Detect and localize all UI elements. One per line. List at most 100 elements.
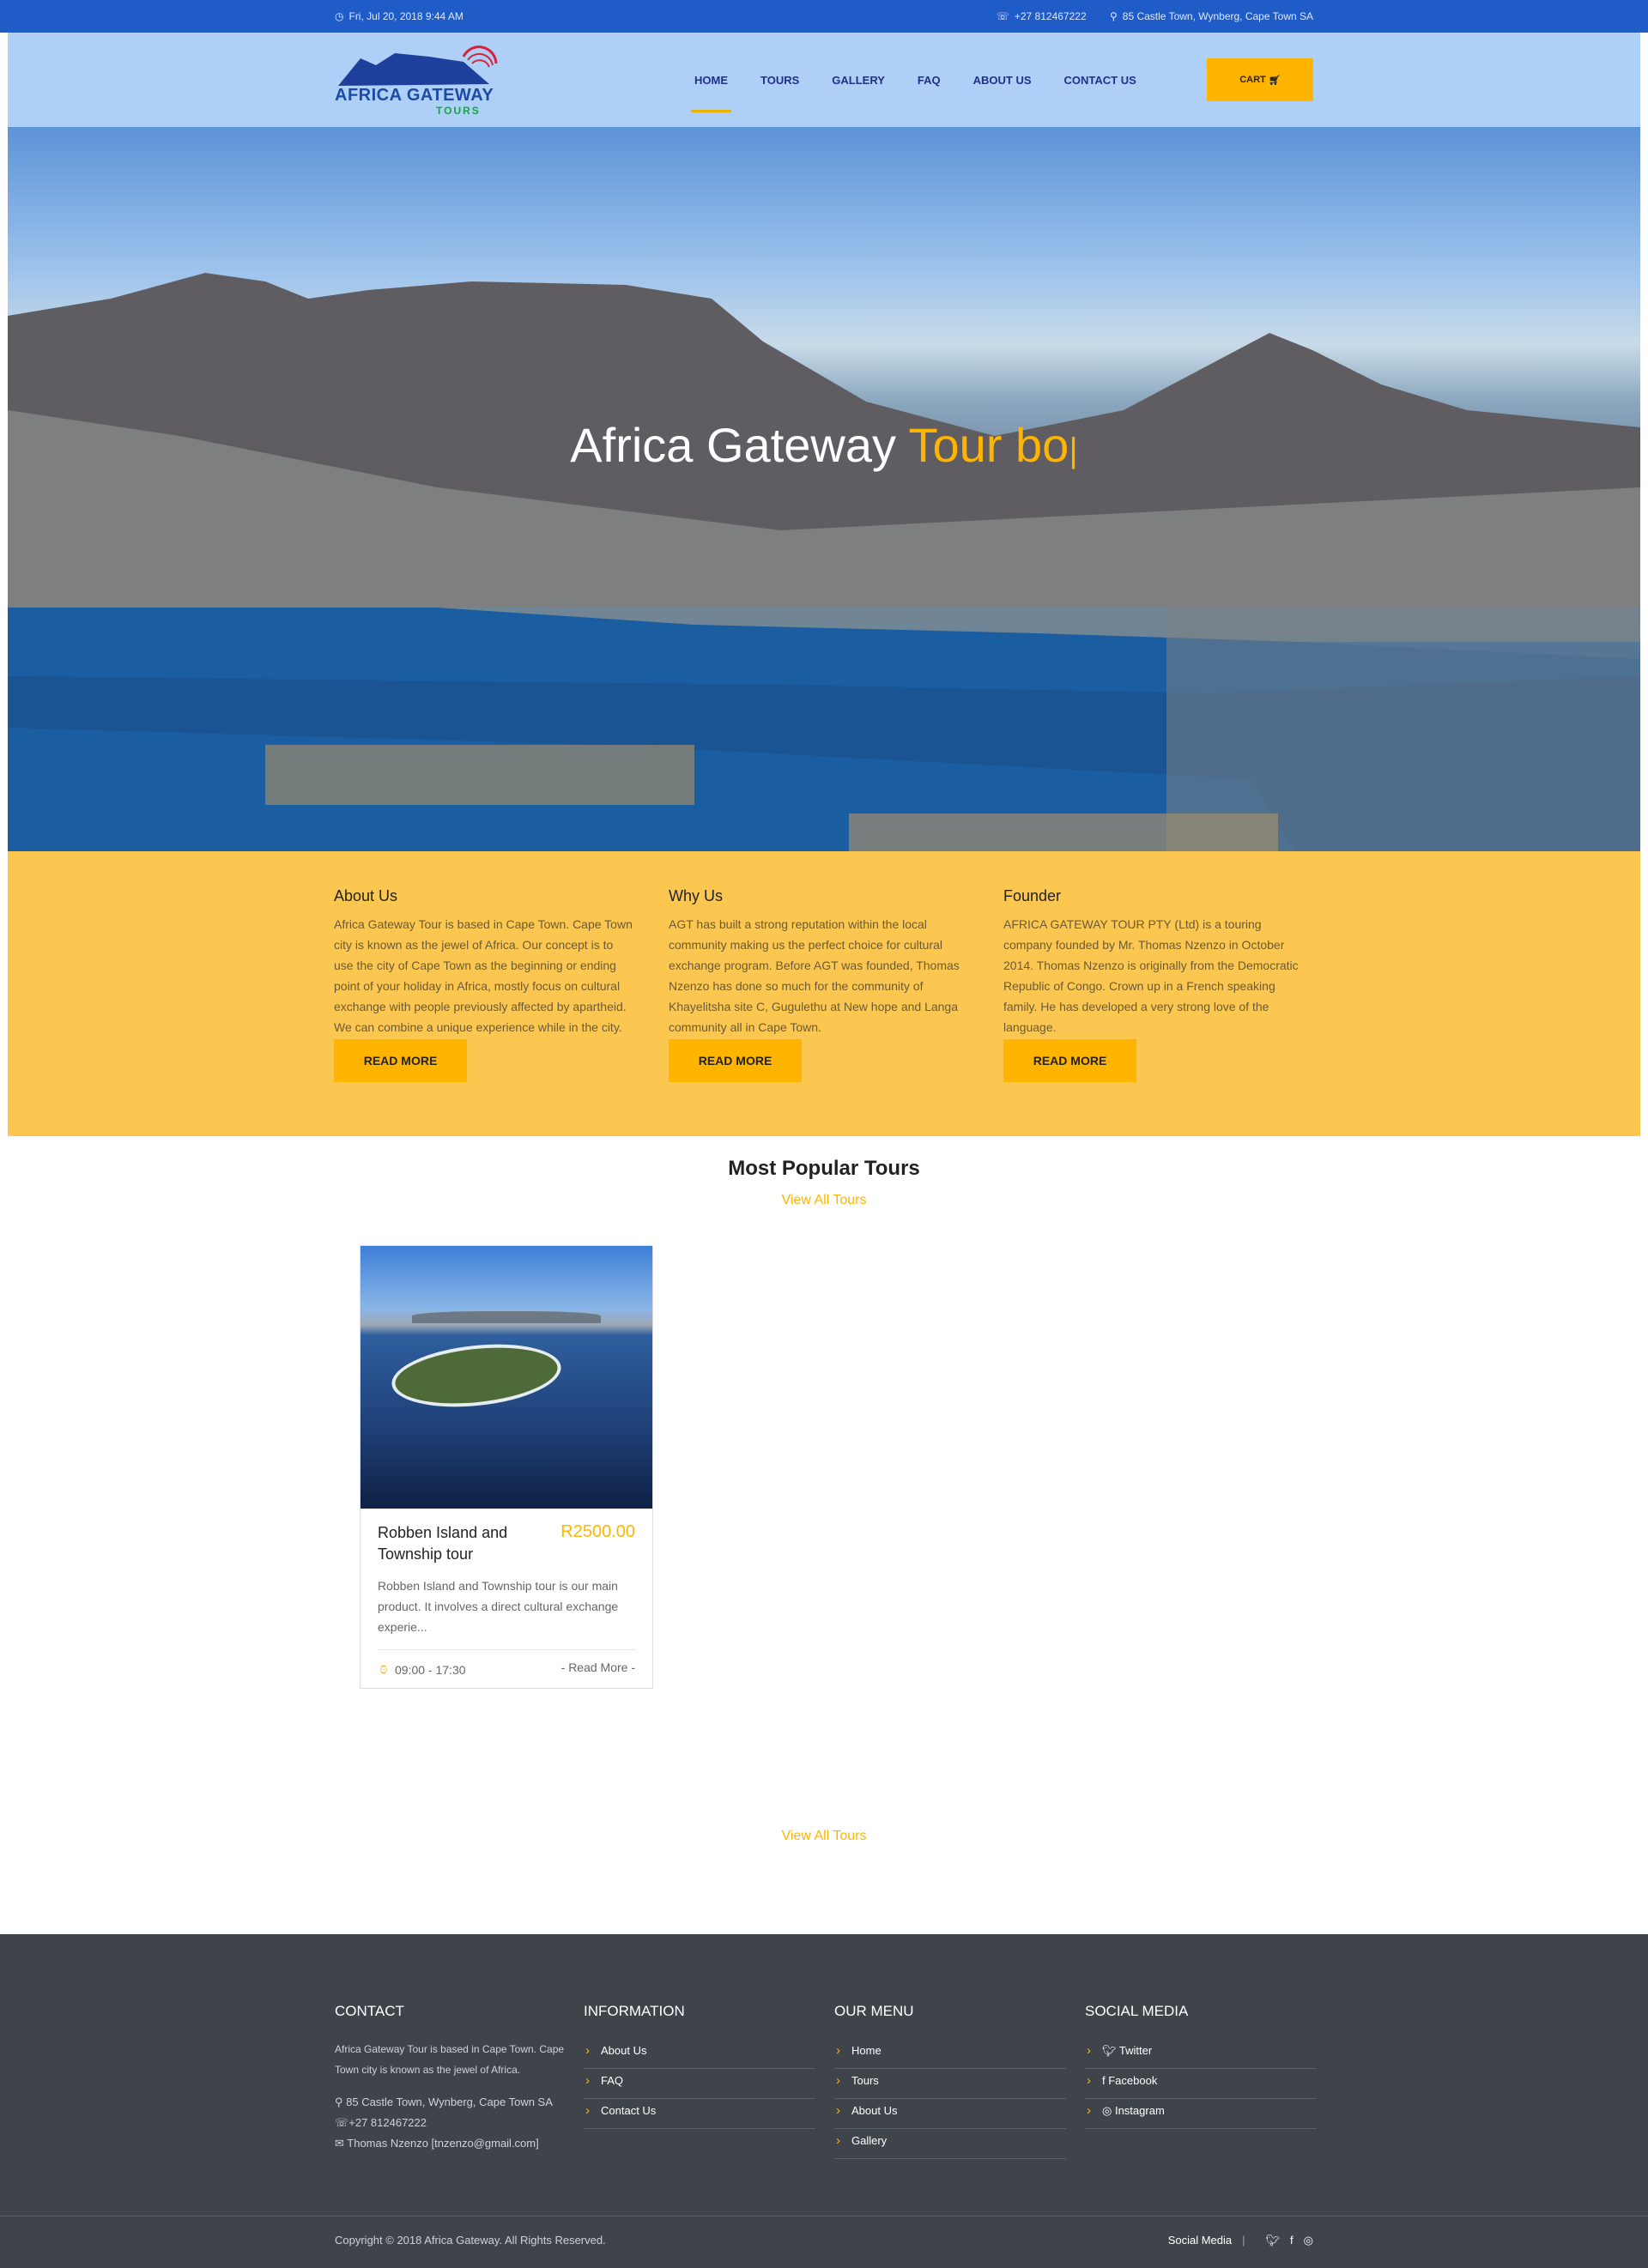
why-us-text: AGT has built a strong reputation within… [669,917,960,1034]
phone-icon: ☏ [996,10,1009,22]
footer-address-text: 85 Castle Town, Wynberg, Cape Town SA [346,2096,553,2108]
map-pin-icon: ⚲ [1109,10,1118,22]
envelope-icon: ✉ [335,2137,348,2150]
nav-about-us[interactable]: ABOUT US [973,67,1032,94]
about-us-text: Africa Gateway Tour is based in Cape Tow… [334,917,633,1034]
about-us-title: About Us [334,887,398,904]
footer-phone: ☏+27 812467222 [335,2113,565,2133]
phone-icon: ☏ [335,2116,349,2129]
footer-social-media: SOCIAL MEDIA 🐦︎ Twitter f Facebook ◎ Ins… [1085,2003,1317,2159]
footer-contact-title: CONTACT [335,2003,404,2019]
footer-our-menu: OUR MENU Home Tours About Us Gallery [834,2003,1066,2159]
tour-image [360,1246,652,1509]
tour-price: R2500.00 [560,1522,635,1541]
founder-text: AFRICA GATEWAY TOUR PTY (Ltd) is a touri… [1003,917,1299,1034]
footer-address: ⚲ 85 Castle Town, Wynberg, Cape Town SA [335,2092,565,2113]
footer-link-home[interactable]: Home [834,2039,1066,2069]
footer-link-gallery[interactable]: Gallery [834,2129,1066,2159]
twitter-icon[interactable]: 🐦︎ [1266,2234,1281,2247]
founder-read-more-button[interactable]: READ MORE [1003,1039,1136,1082]
copyright: Copyright © 2018 Africa Gateway. All Rig… [335,2234,606,2247]
twitter-label: Twitter [1118,2044,1153,2057]
tour-read-more-link[interactable]: - Read More - [561,1660,635,1678]
datetime: ◷ Fri, Jul 20, 2018 9:44 AM [335,10,464,22]
founder-column: Founder AFRICA GATEWAY TOUR PTY (Ltd) is… [1003,887,1304,1082]
footer-contact-text: Africa Gateway Tour is based in Cape Tow… [335,2043,565,2076]
footer-bottom-bar: Copyright © 2018 Africa Gateway. All Rig… [0,2216,1648,2268]
facebook-label: Facebook [1108,2074,1158,2087]
contact-info: ☏ +27 812467222 ⚲ 85 Castle Town, Wynberg,… [976,10,1313,22]
footer-information: INFORMATION About Us FAQ Contact Us [584,2003,815,2159]
footer-social-bar: Social Media | 🐦︎ f ◎ [1168,2234,1313,2247]
site-footer: CONTACT Africa Gateway Tour is based in … [0,1934,1648,2268]
facebook-icon[interactable]: f [1290,2234,1294,2247]
twitter-icon: 🐦︎ [1102,2044,1119,2057]
cart-icon: 🛒︎ [1268,75,1281,86]
footer-link-contact-us[interactable]: Contact Us [584,2099,815,2129]
clock-icon: ◷ [335,10,344,22]
nav-contact-us[interactable]: CONTACT US [1064,67,1136,94]
cart-label: CART [1239,75,1266,85]
hero-title-white: Africa Gateway [570,418,909,472]
nav-tours[interactable]: TOURS [760,67,799,94]
address-text: 85 Castle Town, Wynberg, Cape Town SA [1122,10,1313,22]
footer-social-title: SOCIAL MEDIA [1085,2003,1189,2019]
calendar-clock-icon: ⌚︎ [378,1663,390,1677]
footer-link-about-us-menu[interactable]: About Us [834,2099,1066,2129]
view-all-tours-link[interactable]: View All Tours [0,1193,1648,1208]
about-section: About Us Africa Gateway Tour is based in… [8,851,1640,1136]
footer-link-twitter[interactable]: 🐦︎ Twitter [1085,2039,1317,2069]
tour-time: ⌚︎ 09:00 - 17:30 [378,1660,466,1678]
instagram-label: Instagram [1114,2104,1165,2117]
footer-link-facebook[interactable]: f Facebook [1085,2069,1317,2099]
cart-button[interactable]: CART 🛒︎ [1207,58,1313,101]
phone-text: +27 812467222 [1014,10,1087,22]
social-media-label: Social Media [1167,2234,1233,2247]
hero-image [8,273,1640,851]
tour-name[interactable]: Robben Island and Township tour [378,1522,524,1565]
founder-title: Founder [1003,887,1062,904]
footer-menu-title: OUR MENU [834,2003,914,2019]
hero-title: Africa Gateway Tour bo| [8,417,1640,473]
footer-phone-text: +27 812467222 [348,2116,427,2129]
view-all-tours-bottom-link[interactable]: View All Tours [0,1829,1648,1844]
map-pin-icon: ⚲ [335,2096,347,2108]
top-bar: ◷ Fri, Jul 20, 2018 9:44 AM ☏ +27 81246722… [0,0,1648,33]
logo-mountain-icon [338,45,498,86]
about-us-column: About Us Africa Gateway Tour is based in… [334,887,634,1082]
tour-card[interactable]: Robben Island and Township tour R2500.00… [360,1245,653,1689]
footer-email: ✉ Thomas Nzenzo [tnzenzo@gmail.com] [335,2133,565,2154]
why-us-title: Why Us [669,887,723,904]
typing-cursor: | [1069,432,1078,469]
footer-link-instagram[interactable]: ◎ Instagram [1085,2099,1317,2129]
address-info: ⚲ 85 Castle Town, Wynberg, Cape Town SA [1110,10,1313,22]
footer-information-title: INFORMATION [584,2003,685,2019]
footer-email-text: Thomas Nzenzo [tnzenzo@gmail.com] [347,2137,539,2150]
why-us-read-more-button[interactable]: READ MORE [669,1039,802,1082]
nav-gallery[interactable]: GALLERY [832,67,885,94]
footer-link-tours[interactable]: Tours [834,2069,1066,2099]
island [392,1340,560,1411]
tour-description: Robben Island and Township tour is our m… [378,1579,619,1634]
instagram-icon: ◎ [1102,2104,1115,2117]
popular-tours-title: Most Popular Tours [728,1157,920,1180]
tour-time-text: 09:00 - 17:30 [395,1663,466,1677]
nav-home[interactable]: HOME [691,67,731,112]
main-header: AFRICA GATEWAY TOURS HOME TOURS GALLERY … [8,33,1640,128]
datetime-text: Fri, Jul 20, 2018 9:44 AM [348,10,464,22]
phone-info: ☏ +27 812467222 [997,10,1087,22]
about-us-read-more-button[interactable]: READ MORE [334,1039,467,1082]
site-logo[interactable]: AFRICA GATEWAY TOURS [335,41,506,118]
why-us-column: Why Us AGT has built a strong reputation… [669,887,969,1082]
footer-link-about-us[interactable]: About Us [584,2039,815,2069]
nav-faq[interactable]: FAQ [918,67,941,94]
hero-banner: Africa Gateway Tour bo| [8,127,1640,851]
separator: | [1242,2234,1245,2247]
main-nav: HOME TOURS GALLERY FAQ ABOUT US CONTACT … [678,67,1153,112]
logo-subtext: TOURS [436,105,481,117]
instagram-icon[interactable]: ◎ [1304,2234,1313,2247]
footer-link-faq[interactable]: FAQ [584,2069,815,2099]
footer-contact: CONTACT Africa Gateway Tour is based in … [335,2003,565,2159]
logo-text: AFRICA GATEWAY [335,86,494,105]
hero-title-highlight: Tour bo [908,418,1069,472]
